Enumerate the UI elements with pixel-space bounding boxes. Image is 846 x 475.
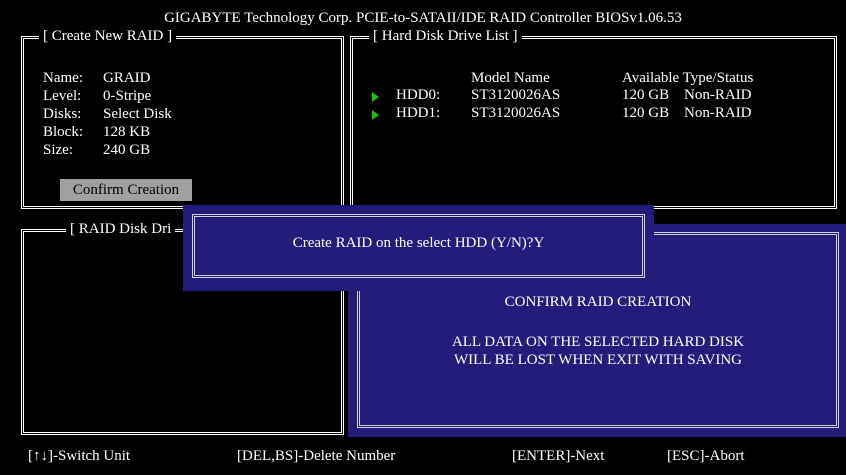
hdd1-status: Non-RAID [684,105,752,121]
selected-arrow-icon [372,92,379,102]
block-key: Block: [43,124,83,140]
hdd0-size: 120 GB [622,87,670,103]
name-value[interactable]: GRAID [103,70,151,87]
hdd1-model: ST3120026AS [471,105,561,121]
confirm-raid-warning-line2: WILL BE LOST WHEN EXIT WITH SAVING [453,352,743,368]
confirm-raid-warning-line1: ALL DATA ON THE SELECTED HARD DISK [451,334,745,350]
footer-delete-number: [DEL,BS]-Delete Number [237,448,396,464]
level-value[interactable]: 0-Stripe [103,88,151,105]
footer-abort: [ESC]-Abort [667,448,745,464]
size-value[interactable]: 240 GB [103,142,150,159]
confirm-creation-button[interactable]: Confirm Creation [60,179,192,201]
create-raid-panel-label: [ Create New RAID ] [39,28,177,45]
hdd1-id[interactable]: HDD1: [396,105,440,122]
hdd0-model: ST3120026AS [471,87,561,103]
footer-switch-unit: [↑↓]-Switch Unit [28,448,131,464]
hdd-list-panel [350,36,837,209]
block-value[interactable]: 128 KB [103,124,150,141]
hdd0-status: Non-RAID [684,87,752,103]
hdd1-size: 120 GB [622,105,670,121]
raid-disk-list-panel-label: [ RAID Disk Dri [66,221,176,238]
size-key: Size: [43,142,73,158]
disks-key: Disks: [43,106,82,122]
hdd0-id[interactable]: HDD0: [396,87,440,104]
create-raid-prompt[interactable]: Create RAID on the select HDD (Y/N)?Y [192,235,645,252]
level-key: Level: [43,88,82,104]
hdd-list-panel-label: [ Hard Disk Drive List ] [369,28,522,45]
footer-next: [ENTER]-Next [512,448,605,464]
name-key: Name: [43,70,83,86]
selected-arrow-icon [372,110,379,120]
confirm-raid-heading: CONFIRM RAID CREATION [504,294,692,310]
status-header: Available Type/Status [622,70,754,86]
disks-value[interactable]: Select Disk [103,106,172,123]
model-name-header: Model Name [471,70,550,86]
bios-title: GIGABYTE Technology Corp. PCIE-to-SATAII… [164,10,682,26]
